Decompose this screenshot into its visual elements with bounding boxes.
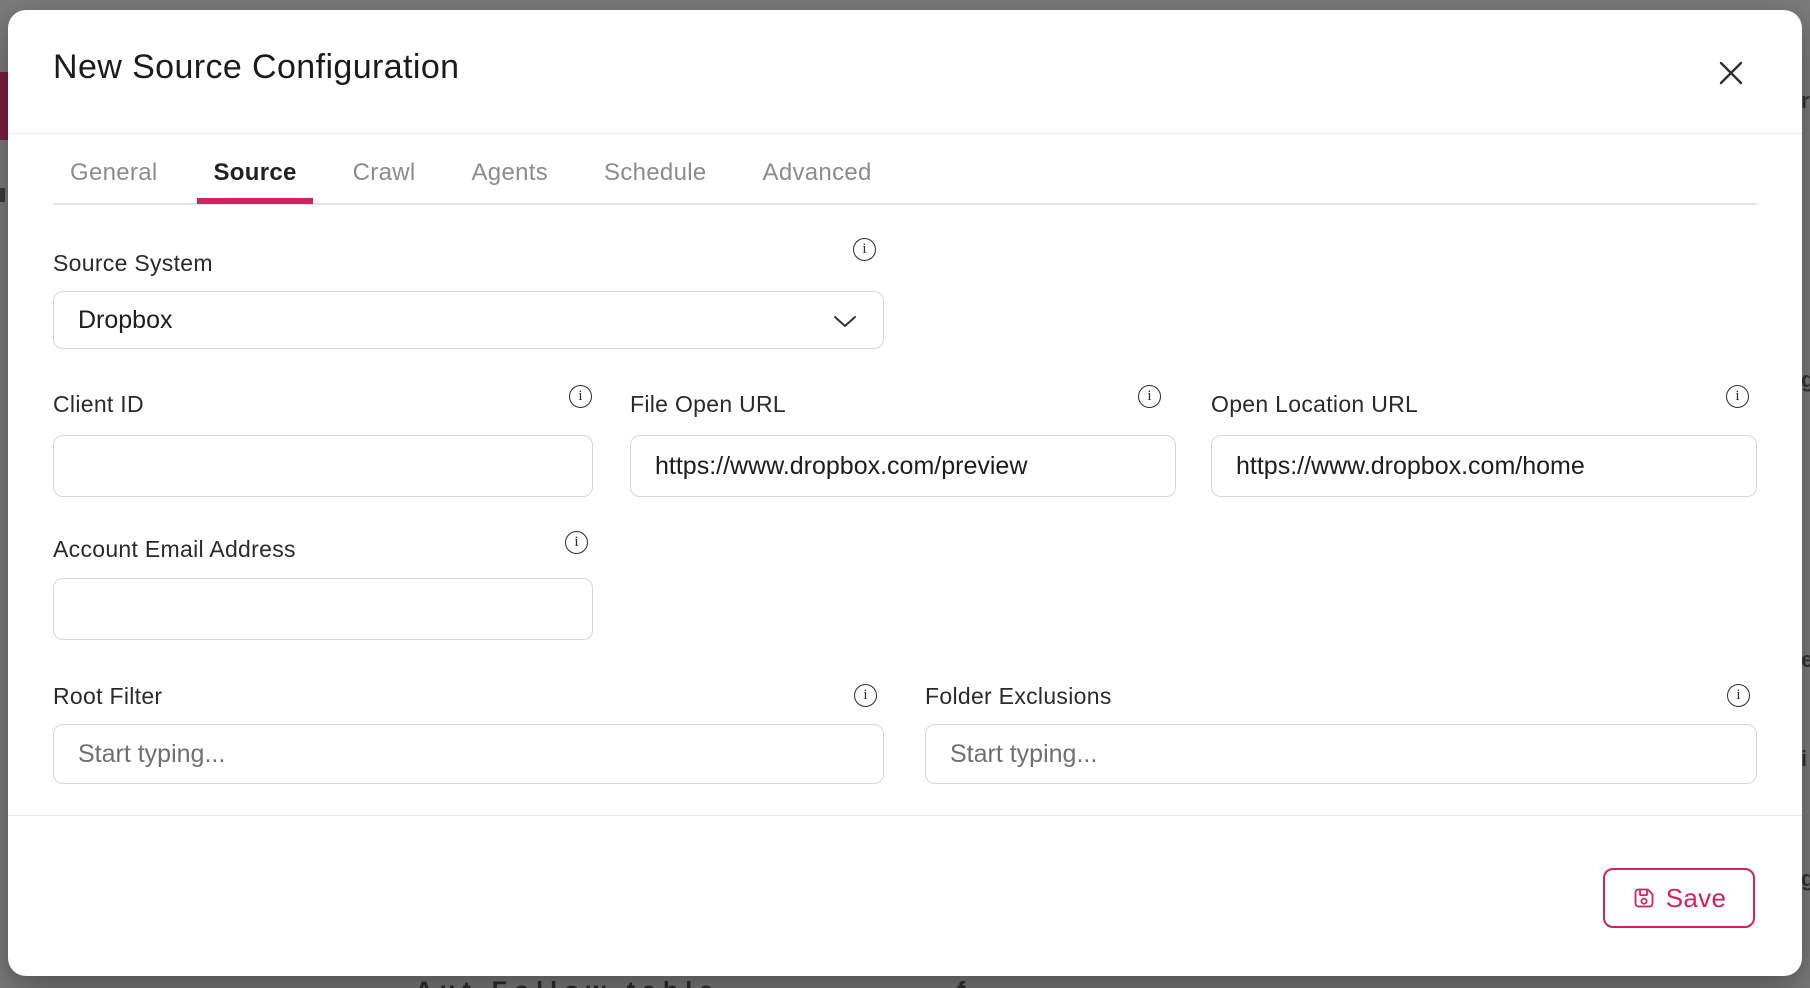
info-glyph: i [862,242,866,257]
screen-overlay: r g e i g Aut Follow table f New Source … [0,0,1810,988]
root-filter-input[interactable] [53,724,884,784]
chevron-down-icon [833,315,857,328]
info-glyph: i [1147,389,1151,404]
account-email-input[interactable] [53,578,593,640]
source-system-select[interactable]: Dropbox [53,291,884,349]
open-location-url-label: Open Location URL [1211,391,1418,418]
save-floppy-icon [1632,886,1656,910]
header-divider [8,133,1802,134]
close-icon [1715,57,1747,89]
new-source-configuration-dialog: New Source Configuration General Source … [8,10,1802,976]
info-icon[interactable]: i [853,238,876,261]
save-button-label: Save [1666,883,1726,914]
file-open-url-label: File Open URL [630,391,786,418]
client-id-input[interactable] [53,435,593,497]
tab-advanced[interactable]: Advanced [761,159,874,187]
background-text-fragment: g [1801,367,1810,393]
folder-exclusions-label: Folder Exclusions [925,683,1112,710]
background-text-fragment: e [1801,647,1810,673]
save-button[interactable]: Save [1603,868,1755,928]
folder-exclusions-input[interactable] [925,724,1757,784]
info-icon[interactable]: i [1726,385,1749,408]
close-button[interactable] [1711,53,1751,93]
background-dark-fragment [0,188,5,202]
file-open-url-input[interactable] [630,435,1176,497]
info-icon[interactable]: i [854,684,877,707]
tab-bar: General Source Crawl Agents Schedule Adv… [68,159,874,187]
background-maroon-fragment [0,72,8,140]
info-glyph: i [1735,389,1739,404]
info-icon[interactable]: i [565,531,588,554]
info-glyph: i [574,535,578,550]
info-icon[interactable]: i [569,385,592,408]
tab-general[interactable]: General [68,159,159,187]
source-system-value: Dropbox [78,306,173,335]
info-glyph: i [1736,688,1740,703]
client-id-label: Client ID [53,391,144,418]
footer-divider [8,815,1802,816]
info-icon[interactable]: i [1727,684,1750,707]
account-email-label: Account Email Address [53,536,296,563]
root-filter-label: Root Filter [53,683,162,710]
background-text-fragment: r [1801,88,1810,114]
info-icon[interactable]: i [1138,385,1161,408]
background-text-fragment: g [1801,866,1810,892]
open-location-url-input[interactable] [1211,435,1757,497]
background-text-fragment: f [957,977,972,988]
dialog-title: New Source Configuration [53,48,459,87]
source-system-label: Source System [53,250,213,277]
tab-crawl[interactable]: Crawl [351,159,418,187]
tab-agents[interactable]: Agents [470,159,551,187]
background-text-fragment: Aut Follow table [415,977,720,988]
info-glyph: i [578,389,582,404]
info-glyph: i [863,688,867,703]
tab-schedule[interactable]: Schedule [602,159,708,187]
tab-source[interactable]: Source [211,159,298,187]
